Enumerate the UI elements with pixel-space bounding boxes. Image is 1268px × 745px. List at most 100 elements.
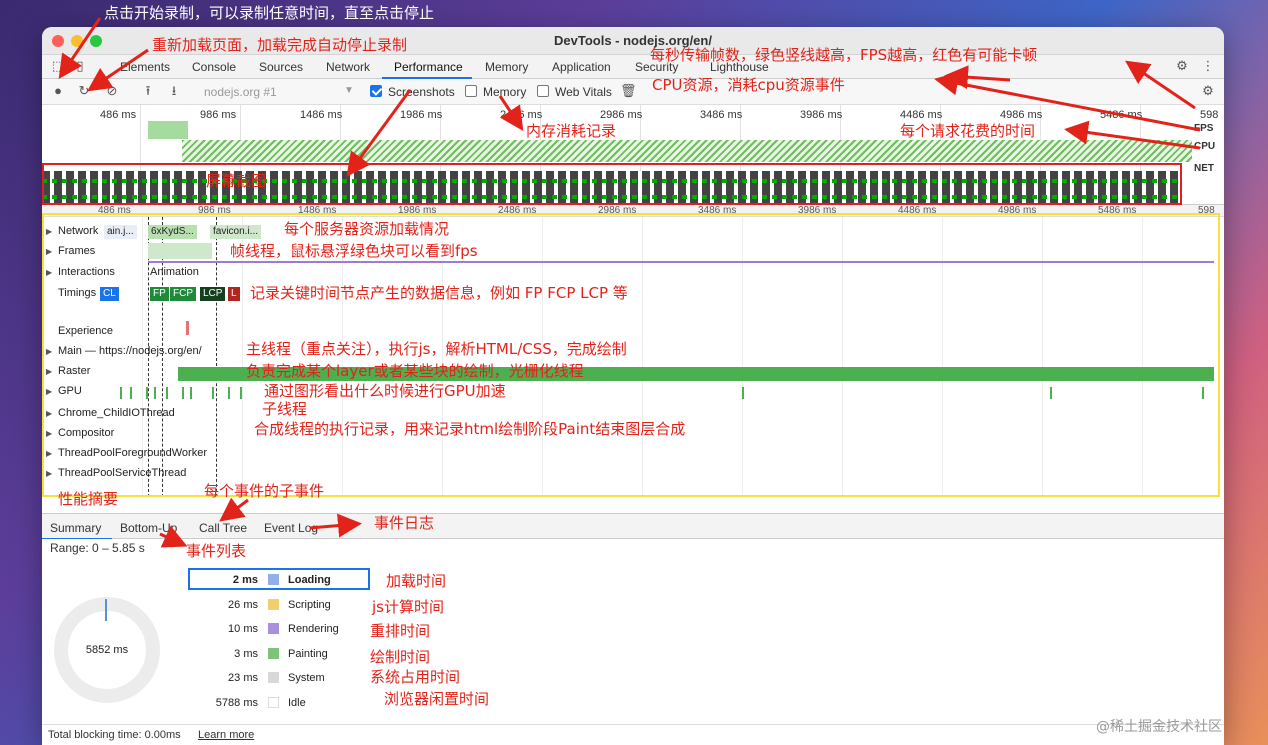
main-time-ruler: 486 ms 986 ms 1486 ms 1986 ms 2486 ms 2986 ms… (42, 205, 1224, 217)
cpu-label: CPU (1194, 141, 1216, 152)
track-network[interactable]: ▶ Network (46, 225, 98, 237)
gpu-task-tick[interactable] (146, 387, 148, 399)
timing-fp-marker[interactable]: FP (150, 287, 169, 301)
main-tick-label: 598 (1198, 205, 1215, 216)
panel-tabs: ⬚ ▯ Elements Console Sources Network Per… (42, 55, 1224, 79)
flame-chart[interactable]: ▶ Network ain.j... 6xKydS... favicon.i...… (42, 217, 1224, 512)
gpu-task-tick[interactable] (742, 387, 744, 399)
tab-event-log[interactable]: Event Log (264, 521, 318, 535)
gpu-task-tick[interactable] (154, 387, 156, 399)
donut-slice-marker (105, 599, 107, 621)
annotation-child: 子线程 (262, 400, 308, 418)
timing-lcp-marker[interactable]: LCP (200, 287, 226, 301)
timing-fcp-marker[interactable]: FCP (170, 287, 196, 301)
layout-shift-marker[interactable] (186, 321, 189, 335)
cpu-chart (182, 140, 1192, 162)
tab-network[interactable]: Network (326, 60, 370, 74)
footer: Total blocking time: 0.00ms Learn more (42, 724, 1224, 745)
screenshots-checkbox[interactable] (370, 85, 382, 97)
web-vitals-checkbox[interactable] (537, 85, 549, 97)
main-tick-label: 1986 ms (398, 205, 437, 216)
track-child-io[interactable]: ▶ Chrome_ChildIOThread (46, 407, 175, 419)
overview-tick-label: 3486 ms (700, 109, 743, 121)
main-tick-label: 3486 ms (698, 205, 737, 216)
summary-total: 5852 ms (85, 644, 129, 656)
gpu-task-tick[interactable] (1202, 387, 1204, 399)
track-pool-foreground[interactable]: ▶ ThreadPoolForegroundWorker (46, 447, 207, 459)
summary-value: 10 ms (228, 623, 258, 636)
summary-name: System (288, 672, 325, 685)
download-icon[interactable]: ⭳ (166, 83, 182, 99)
main-tick-label: 5486 ms (1098, 205, 1137, 216)
annotation-painting: 绘制时间 (370, 648, 431, 666)
tab-memory[interactable]: Memory (485, 60, 528, 74)
summary-value: 23 ms (228, 672, 258, 685)
track-gridline (642, 217, 643, 497)
network-item[interactable]: favicon.i... (210, 225, 262, 239)
annotation-summary: 性能摘要 (58, 490, 119, 508)
record-icon[interactable]: ● (50, 83, 66, 99)
track-raster[interactable]: ▶ Raster (46, 365, 90, 377)
gpu-task-tick[interactable] (240, 387, 242, 399)
gpu-task-tick[interactable] (1050, 387, 1052, 399)
track-interactions[interactable]: ▶ Interactions (46, 266, 115, 278)
gpu-task-tick[interactable] (212, 387, 214, 399)
tab-console[interactable]: Console (192, 60, 236, 74)
tab-call-tree[interactable]: Call Tree (199, 521, 247, 535)
chevron-down-icon[interactable]: ▼ (344, 85, 354, 96)
tab-elements[interactable]: Elements (120, 60, 170, 74)
track-gridline (1042, 217, 1043, 497)
overview-tick-label: 986 ms (200, 109, 237, 121)
tab-application[interactable]: Application (552, 60, 611, 74)
frames-bar[interactable] (148, 243, 212, 259)
device-toolbar-icon[interactable]: ▯ (72, 59, 88, 75)
trash-icon[interactable]: 🗑 (620, 83, 637, 99)
inspect-element-icon[interactable]: ⬚ (50, 59, 66, 75)
clear-icon[interactable]: ⊘ (104, 83, 120, 99)
tab-summary[interactable]: Summary (50, 521, 101, 535)
overview-tick-label: 3986 ms (800, 109, 843, 121)
track-experience[interactable]: Experience (46, 325, 113, 337)
range-label: Range: 0 – 5.85 s (50, 541, 145, 555)
main-tick-label: 1486 ms (298, 205, 337, 216)
summary-name: Painting (288, 647, 328, 660)
timing-load-marker[interactable]: L (228, 287, 240, 301)
gpu-task-tick[interactable] (182, 387, 184, 399)
memory-checkbox[interactable] (465, 85, 477, 97)
learn-more-link[interactable]: Learn more (198, 729, 254, 741)
tab-sources[interactable]: Sources (259, 60, 303, 74)
tab-performance[interactable]: Performance (394, 60, 463, 74)
gpu-task-tick[interactable] (120, 387, 122, 399)
settings-gear-icon[interactable]: ⚙ (1174, 59, 1190, 75)
annotation-eventlog: 事件日志 (374, 514, 435, 532)
gpu-task-tick[interactable] (190, 387, 192, 399)
annotation-system: 系统占用时间 (370, 668, 461, 686)
summary-name: Scripting (288, 598, 331, 611)
target-select[interactable]: nodejs.org #1 (204, 85, 277, 99)
track-pool-service[interactable]: ▶ ThreadPoolServiceThread (46, 467, 186, 479)
gpu-task-tick[interactable] (166, 387, 168, 399)
main-tick-label: 3986 ms (798, 205, 837, 216)
timing-cls-marker[interactable]: CL (100, 287, 119, 301)
gpu-task-tick[interactable] (130, 387, 132, 399)
network-item[interactable]: ain.j... (104, 225, 137, 239)
track-compositor[interactable]: ▶ Compositor (46, 427, 114, 439)
performance-toolbar: ● ↻ ⊘ ⭱ ⭳ nodejs.org #1 ▼ Screenshots Me… (42, 79, 1224, 105)
main-tick-label: 4486 ms (898, 205, 937, 216)
summary-swatch (268, 623, 279, 635)
track-gpu[interactable]: ▶ GPU (46, 385, 82, 397)
track-timings[interactable]: Timings (46, 287, 96, 299)
annotation-timings: 记录关键时间节点产生的数据信息，例如 FP FCP LCP 等 (250, 284, 628, 302)
track-gridline (942, 217, 943, 497)
capture-settings-icon[interactable]: ⚙ (1200, 83, 1216, 99)
track-frames[interactable]: ▶ Frames (46, 245, 95, 257)
main-tick-label: 486 ms (98, 205, 131, 216)
upload-icon[interactable]: ⭱ (140, 83, 156, 99)
network-item[interactable]: 6xKydS... (148, 225, 197, 239)
tab-bottom-up[interactable]: Bottom-Up (120, 521, 177, 535)
more-menu-icon[interactable]: ⋮ (1200, 59, 1216, 75)
track-main[interactable]: ▶ Main — https://nodejs.org/en/ (46, 345, 202, 357)
reload-record-icon[interactable]: ↻ (76, 83, 92, 99)
gpu-task-tick[interactable] (228, 387, 230, 399)
main-tick-label: 986 ms (198, 205, 231, 216)
